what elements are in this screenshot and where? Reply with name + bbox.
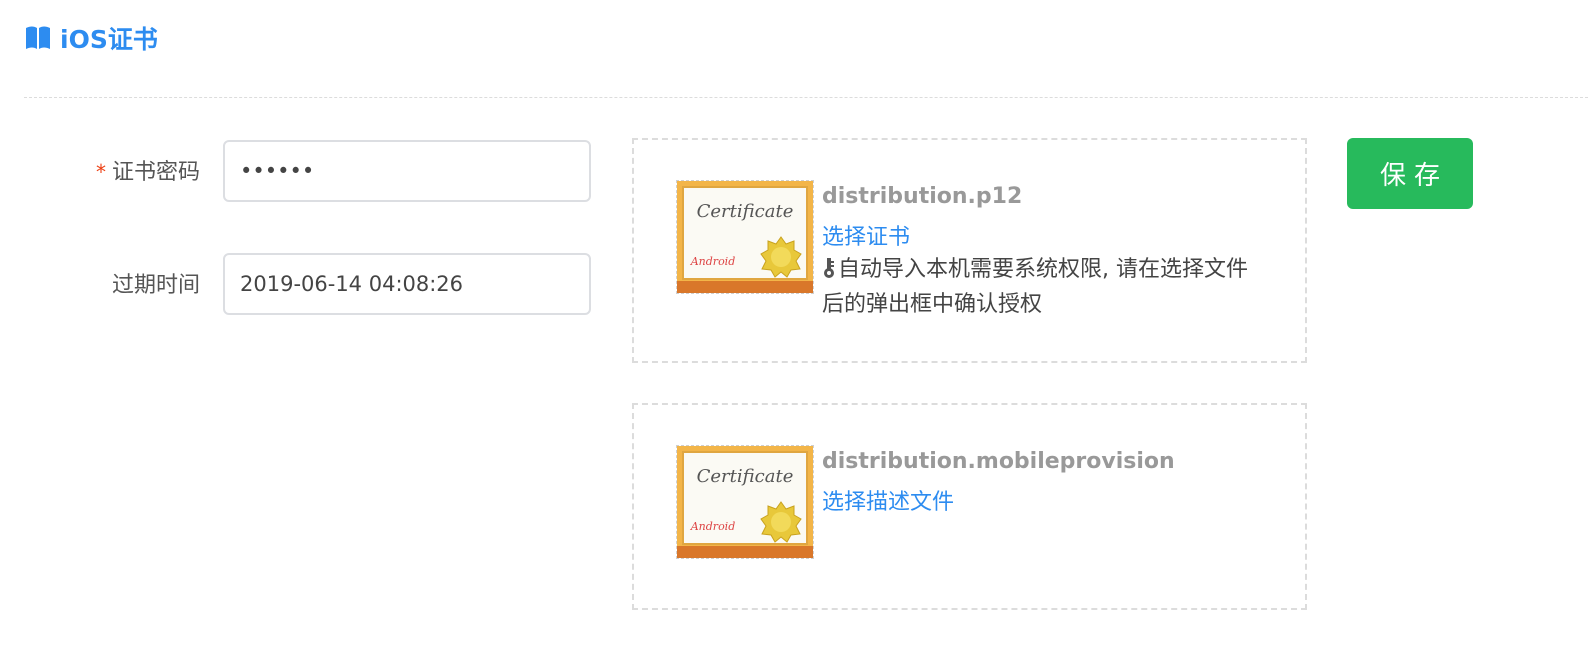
expiry-input[interactable] bbox=[240, 272, 574, 296]
required-mark: * bbox=[95, 160, 106, 184]
certificate-thumbnail: Certificate Android bbox=[676, 445, 814, 559]
provision-upload-card: Certificate Android distribution.mobilep… bbox=[632, 403, 1307, 610]
key-icon bbox=[822, 255, 836, 278]
choose-certificate-link[interactable]: 选择证书 bbox=[822, 219, 910, 251]
p12-upload-card: Certificate Android distribution.p12 选择证… bbox=[632, 138, 1307, 363]
thumb-title: Certificate bbox=[697, 201, 794, 222]
thumb-title: Certificate bbox=[697, 466, 794, 487]
p12-file-name: distribution.p12 bbox=[822, 184, 1023, 209]
thumb-sub: Android bbox=[690, 520, 736, 533]
page-title: iOS证书 bbox=[60, 25, 158, 54]
expiry-label: 过期时间 bbox=[111, 273, 200, 298]
header-divider bbox=[24, 97, 1588, 98]
expiry-field[interactable] bbox=[223, 253, 591, 315]
password-field[interactable] bbox=[223, 140, 591, 202]
save-button[interactable]: 保存 bbox=[1347, 138, 1473, 209]
section-header: iOS证书 bbox=[24, 18, 158, 58]
permission-tip-text: 自动导入本机需要系统权限, 请在选择文件后的弹出框中确认授权 bbox=[822, 257, 1248, 317]
thumb-sub: Android bbox=[690, 255, 736, 268]
choose-provision-link[interactable]: 选择描述文件 bbox=[822, 484, 954, 516]
certificate-thumbnail: Certificate Android bbox=[676, 180, 814, 294]
permission-tip: 自动导入本机需要系统权限, 请在选择文件后的弹出框中确认授权 bbox=[822, 252, 1262, 322]
password-label-text: 证书密码 bbox=[111, 160, 200, 185]
password-label: * 证书密码 bbox=[96, 154, 200, 186]
book-icon bbox=[24, 23, 54, 53]
password-input[interactable] bbox=[240, 159, 574, 183]
provision-file-name: distribution.mobileprovision bbox=[822, 449, 1175, 474]
